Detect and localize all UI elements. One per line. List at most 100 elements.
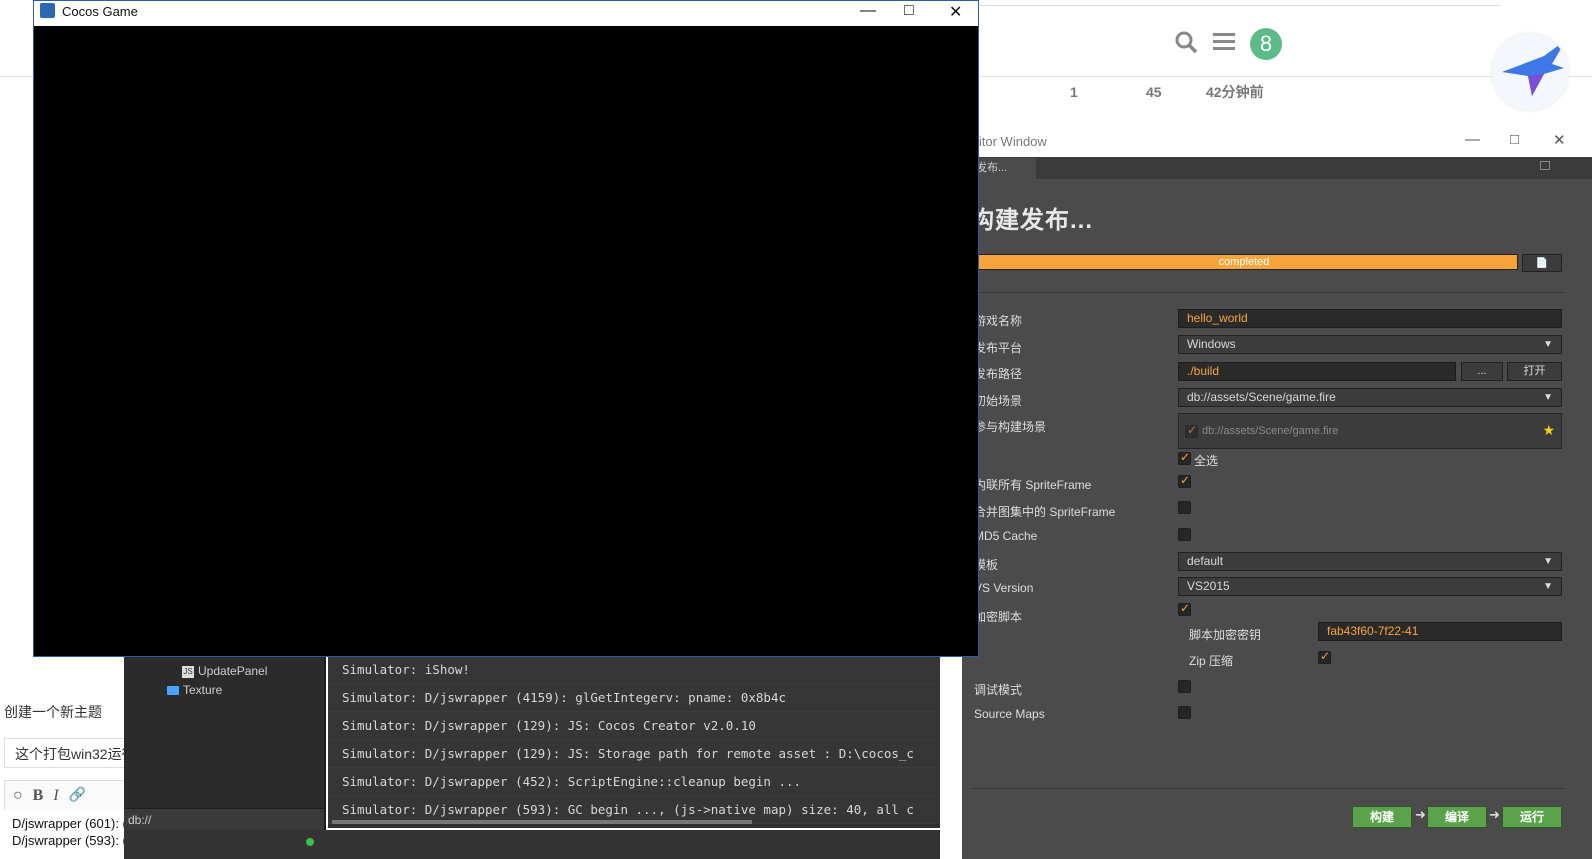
- console-line: Simulator: iShow!: [328, 656, 940, 684]
- select-all-checkbox[interactable]: [1178, 450, 1191, 465]
- label-debug-mode: 调试模式: [974, 683, 1023, 697]
- divider: [970, 788, 1564, 789]
- compile-button[interactable]: 编译: [1427, 806, 1487, 828]
- template-value: default: [1187, 554, 1224, 568]
- zip-checkbox[interactable]: [1318, 649, 1331, 664]
- forum-topline: [980, 0, 1500, 6]
- search-icon[interactable]: [1174, 30, 1198, 59]
- new-topic-heading: 创建一个新主题: [4, 704, 102, 720]
- bird-logo: [1492, 34, 1568, 110]
- build-scenes-list: db://assets/Scene/game.fire ★: [1178, 413, 1562, 449]
- panel-popout-icon[interactable]: [1540, 161, 1550, 170]
- label-start-scene: 初始场景: [974, 394, 1023, 408]
- md5-cache-checkbox[interactable]: [1178, 528, 1191, 541]
- game-titlebar: [34, 1, 978, 26]
- asset-updatepanel[interactable]: JS UpdatePanel: [182, 664, 267, 678]
- start-scene-select[interactable]: db://assets/Scene/game.fire ▼: [1178, 388, 1562, 407]
- menu-icon[interactable]: [1212, 31, 1236, 58]
- merge-spriteframe-checkbox[interactable]: [1178, 501, 1191, 514]
- source-maps-checkbox[interactable]: [1178, 706, 1191, 719]
- creator-statusbar: [124, 830, 940, 859]
- label-build-path: 发布路径: [974, 367, 1023, 381]
- editor-text-line: D/jswrapper (601): (: [12, 816, 124, 831]
- divider: [970, 292, 1564, 293]
- stat-replies: 1: [1070, 84, 1078, 100]
- close-icon[interactable]: ✕: [1553, 131, 1566, 149]
- minimize-icon[interactable]: —: [860, 2, 876, 20]
- topic-stats: 1 45 42分钟前: [1070, 82, 1264, 102]
- encrypt-key-input[interactable]: fab43f60-7f22-41: [1318, 622, 1562, 641]
- console-line: Simulator: D/jswrapper (452): ScriptEngi…: [328, 768, 940, 796]
- label-inline-spriteframe: 内联所有 SpriteFrame: [974, 478, 1092, 492]
- console-panel: Simulator: iShow! Simulator: D/jswrapper…: [328, 656, 940, 828]
- vs-version-select[interactable]: VS2015 ▼: [1178, 577, 1562, 596]
- label-build-scenes: 参与构建场景: [974, 420, 1047, 434]
- game-canvas[interactable]: [34, 26, 978, 656]
- stat-activity: 42分钟前: [1206, 84, 1264, 100]
- label-platform: 发布平台: [974, 341, 1023, 355]
- progress-label: completed: [1218, 256, 1270, 268]
- forum-header-icons: 8: [1174, 28, 1282, 60]
- link-icon[interactable]: 🔗: [69, 787, 86, 804]
- editor-text-line: D/jswrapper (593): (: [12, 833, 124, 848]
- minimize-icon[interactable]: —: [1465, 131, 1480, 148]
- asset-label: Texture: [183, 683, 223, 697]
- label-source-maps: Source Maps: [974, 707, 1045, 721]
- scene-checkbox[interactable]: [1185, 423, 1198, 438]
- open-log-button[interactable]: 📄: [1522, 254, 1562, 272]
- platform-select[interactable]: Windows ▼: [1178, 335, 1562, 354]
- label-encrypt-key: 脚本加密密钥: [1189, 628, 1262, 642]
- folder-icon: [167, 686, 179, 696]
- chevron-down-icon: ▼: [1543, 556, 1553, 567]
- stat-views: 45: [1146, 84, 1162, 100]
- label-game-name: 游戏名称: [974, 314, 1023, 328]
- build-button[interactable]: 构建: [1352, 806, 1412, 828]
- star-icon: ★: [1542, 422, 1555, 438]
- scene-item: db://assets/Scene/game.fire: [1202, 425, 1339, 437]
- label-zip: Zip 压缩: [1189, 654, 1234, 668]
- console-scrollbar[interactable]: [332, 820, 752, 824]
- asset-label: UpdatePanel: [198, 664, 268, 678]
- template-select[interactable]: default ▼: [1178, 552, 1562, 571]
- chevron-down-icon: ▼: [1543, 339, 1553, 350]
- close-icon[interactable]: ✕: [949, 2, 962, 22]
- bold-icon[interactable]: B: [33, 787, 44, 805]
- browse-path-button[interactable]: ...: [1461, 362, 1503, 381]
- editor-tabbar: [962, 157, 1592, 179]
- label-vs-version: VS Version: [974, 581, 1034, 595]
- run-button[interactable]: 运行: [1502, 806, 1562, 828]
- db-path-bar: db://: [124, 808, 324, 830]
- build-path-input[interactable]: ./build: [1178, 362, 1456, 381]
- chevron-down-icon: ▼: [1543, 581, 1553, 592]
- vs-version-value: VS2015: [1187, 579, 1230, 593]
- open-path-button[interactable]: 打开: [1507, 362, 1562, 381]
- cocos-app-icon: [40, 3, 55, 18]
- editor-window-title: litor Window: [976, 134, 1047, 149]
- italic-icon[interactable]: I: [53, 787, 58, 805]
- game-window-title: Cocos Game: [62, 4, 138, 19]
- debug-mode-checkbox[interactable]: [1178, 680, 1191, 693]
- console-line: Simulator: D/jswrapper (4159): glGetInte…: [328, 684, 940, 712]
- encrypt-script-checkbox[interactable]: [1178, 601, 1191, 616]
- asset-texture[interactable]: Texture: [167, 683, 222, 697]
- arrow-right-icon: ➜: [1415, 807, 1426, 822]
- console-line: Simulator: D/jswrapper (129): JS: Storag…: [328, 740, 940, 768]
- quote-icon[interactable]: ○: [13, 787, 23, 805]
- label-md5-cache: MD5 Cache: [974, 529, 1038, 543]
- build-editor-window: [962, 128, 1592, 859]
- maximize-icon[interactable]: □: [1510, 131, 1519, 148]
- editor-titlebar: [962, 128, 1592, 158]
- start-scene-value: db://assets/Scene/game.fire: [1187, 390, 1336, 404]
- arrow-right-icon: ➜: [1489, 807, 1500, 822]
- user-avatar-badge[interactable]: 8: [1250, 28, 1282, 60]
- game-name-input[interactable]: hello_world: [1178, 309, 1562, 328]
- label-select-all: 全选: [1194, 454, 1219, 468]
- inline-spriteframe-checkbox[interactable]: [1178, 473, 1191, 488]
- status-dot-icon: [306, 838, 314, 846]
- maximize-icon[interactable]: □: [904, 2, 914, 20]
- tab-build[interactable]: 发布...: [970, 158, 1036, 179]
- build-progress-bar: completed: [970, 254, 1518, 270]
- platform-value: Windows: [1187, 337, 1236, 351]
- build-heading: 构建发布...: [970, 207, 1094, 234]
- js-file-icon: JS: [182, 665, 194, 678]
